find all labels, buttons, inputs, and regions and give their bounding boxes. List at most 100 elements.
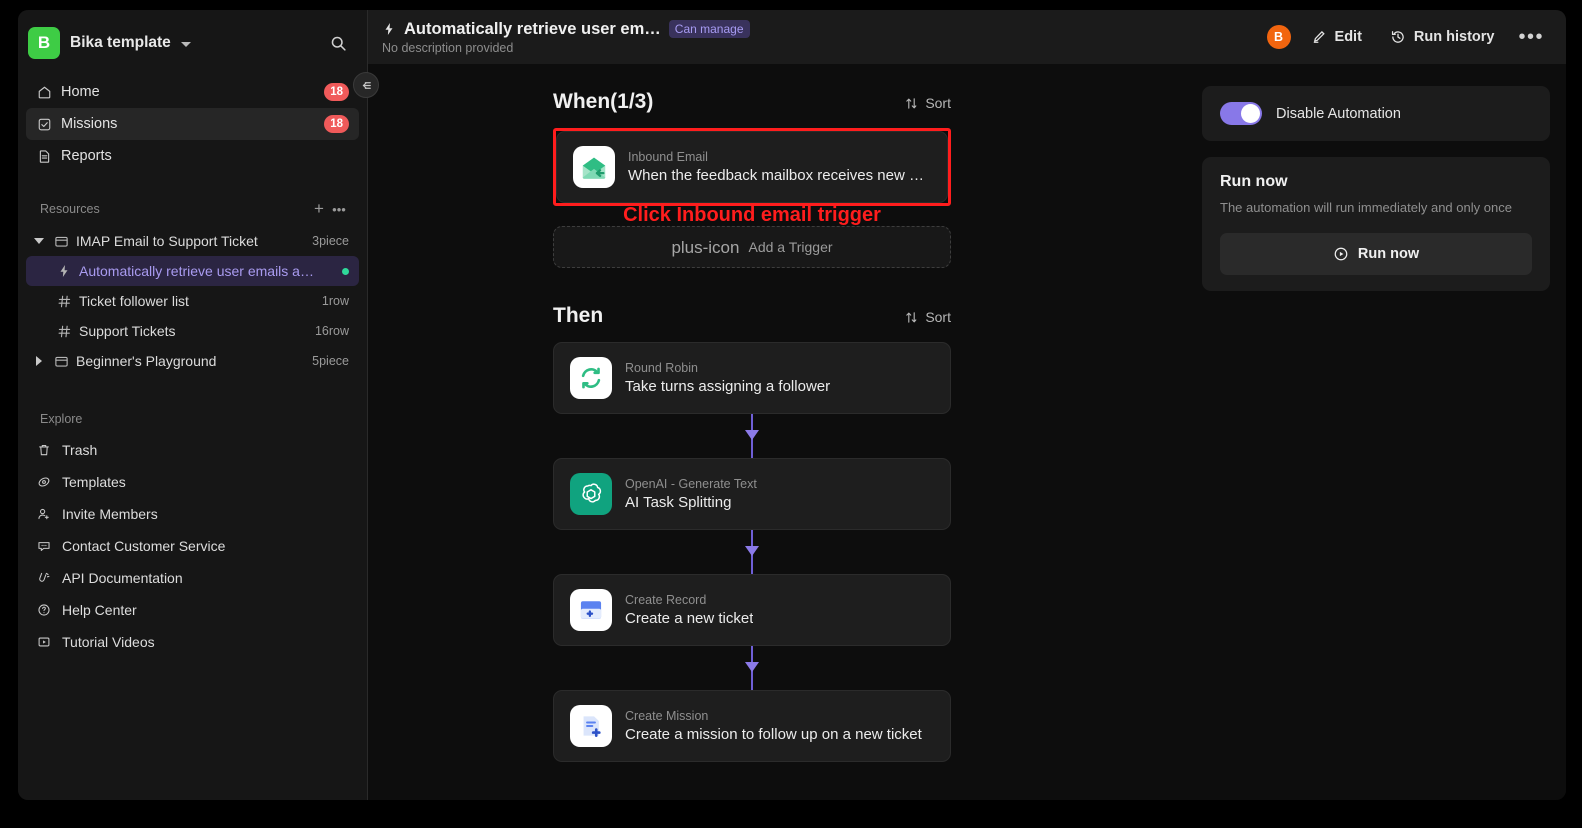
- arrow-down-icon: [745, 662, 759, 672]
- action-name: Take turns assigning a follower: [625, 378, 831, 395]
- add-resource-button[interactable]: +: [309, 199, 329, 219]
- sidebar-item-templates[interactable]: Templates: [26, 466, 359, 498]
- page-title: Automatically retrieve user em…: [404, 19, 661, 38]
- openai-icon: [570, 473, 612, 515]
- sidebar-item-home[interactable]: Home 18: [26, 76, 359, 108]
- table-icon: [56, 294, 72, 309]
- sort-when-button[interactable]: Sort: [904, 95, 951, 114]
- action-card-openai-generate-text[interactable]: OpenAI - Generate Text AI Task Splitting: [553, 458, 951, 530]
- section-title: Resources: [40, 202, 100, 216]
- primary-nav: Home 18 Missions 18 Reports: [18, 72, 367, 172]
- collapse-sidebar-icon[interactable]: [353, 72, 379, 98]
- tree-row-automation-selected[interactable]: Automatically retrieve user emails a…: [26, 256, 359, 286]
- edit-button[interactable]: Edit: [1303, 24, 1370, 50]
- create-record-icon: [570, 589, 612, 631]
- tree-row[interactable]: Support Tickets 16row: [26, 316, 359, 346]
- tree-item-label: IMAP Email to Support Ticket: [76, 233, 258, 249]
- search-icon[interactable]: [325, 30, 351, 56]
- tree-row[interactable]: Ticket follower list 1row: [26, 286, 359, 316]
- sort-then-button[interactable]: Sort: [904, 309, 951, 328]
- action-kind: OpenAI - Generate Text: [625, 477, 757, 491]
- play-box-icon: [36, 634, 52, 650]
- sidebar-item-tutorial-videos[interactable]: Tutorial Videos: [26, 626, 359, 658]
- status-dot: [342, 267, 349, 275]
- explore-list: Trash Templates Invite Members Contact C…: [18, 434, 367, 658]
- sort-label: Sort: [925, 309, 951, 325]
- add-trigger-button[interactable]: plus-icon Add a Trigger: [553, 226, 951, 268]
- round-robin-icon: [570, 357, 612, 399]
- tree-item-label: Ticket follower list: [79, 293, 189, 309]
- sidebar-item-contact-customer-service[interactable]: Contact Customer Service: [26, 530, 359, 562]
- sidebar-item-missions[interactable]: Missions 18: [26, 108, 359, 140]
- trash-icon: [36, 442, 52, 458]
- tree-row[interactable]: IMAP Email to Support Ticket 3piece: [26, 226, 359, 256]
- trigger-name: When the feedback mailbox receives new u…: [628, 167, 931, 184]
- bolt-icon: [56, 264, 72, 278]
- run-now-card: Run now The automation will run immediat…: [1202, 157, 1550, 291]
- workspace-body: When(1/3) Sort Inbound Email When the fe…: [368, 64, 1566, 800]
- sidebar-item-label: Templates: [62, 474, 126, 490]
- flow-connector: [553, 646, 951, 690]
- sidebar-item-label: Trash: [62, 442, 98, 458]
- sort-label: Sort: [925, 95, 951, 111]
- tree-item-label: Automatically retrieve user emails a…: [79, 263, 314, 279]
- then-heading: Then: [553, 304, 604, 327]
- section-title: Explore: [40, 412, 83, 426]
- run-now-button-label: Run now: [1357, 246, 1420, 262]
- action-card-create-mission[interactable]: Create Mission Create a mission to follo…: [553, 690, 951, 762]
- disable-automation-label: Disable Automation: [1276, 105, 1401, 122]
- tree-item-label: Support Tickets: [79, 323, 176, 339]
- history-icon: [1390, 29, 1406, 45]
- plus-icon: plus-icon: [671, 237, 740, 257]
- action-card-create-record[interactable]: Create Record Create a new ticket: [553, 574, 951, 646]
- app-window: B Bika template Home 18 Missions 18 Repo…: [18, 10, 1566, 800]
- action-kind: Round Robin: [625, 361, 698, 375]
- resources-more-button[interactable]: •••: [329, 199, 349, 219]
- create-mission-icon: [570, 705, 612, 747]
- action-name: AI Task Splitting: [625, 494, 732, 511]
- sidebar-item-label: API Documentation: [62, 570, 183, 586]
- workspace-name[interactable]: Bika template: [70, 34, 171, 52]
- avatar[interactable]: B: [1266, 25, 1291, 49]
- notification-badge: 18: [324, 83, 349, 101]
- caret-right-icon[interactable]: [32, 356, 46, 366]
- checkbox-icon: [36, 116, 52, 132]
- run-history-button[interactable]: Run history: [1382, 24, 1503, 50]
- folder-icon: [53, 234, 69, 249]
- sidebar-item-api-documentation[interactable]: API Documentation: [26, 562, 359, 594]
- flow-column: When(1/3) Sort Inbound Email When the fe…: [553, 90, 951, 762]
- then-section-header: Then Sort: [553, 304, 951, 328]
- run-now-button[interactable]: Run now: [1220, 233, 1532, 275]
- notification-badge: 18: [324, 115, 349, 133]
- trigger-highlight-box: Inbound Email When the feedback mailbox …: [553, 128, 951, 206]
- main-area: Automatically retrieve user em… Can mana…: [368, 10, 1566, 800]
- settings-panel: Disable Automation Run now The automatio…: [1190, 64, 1566, 800]
- tree-item-count: 5piece: [312, 354, 349, 368]
- sidebar-item-help-center[interactable]: Help Center: [26, 594, 359, 626]
- api-icon: [36, 570, 52, 586]
- action-card-round-robin[interactable]: Round Robin Take turns assigning a follo…: [553, 342, 951, 414]
- sidebar-item-invite-members[interactable]: Invite Members: [26, 498, 359, 530]
- disable-automation-toggle[interactable]: [1220, 102, 1262, 125]
- caret-down-icon[interactable]: [32, 238, 46, 244]
- tree-item-label: Beginner's Playground: [76, 353, 217, 369]
- chat-icon: [36, 538, 52, 554]
- when-heading: When(1/3): [553, 90, 654, 113]
- tree-item-count: 3piece: [312, 234, 349, 248]
- tree-row[interactable]: Beginner's Playground 5piece: [26, 346, 359, 376]
- pencil-icon: [1311, 29, 1327, 45]
- document-icon: [36, 148, 52, 164]
- sidebar-item-trash[interactable]: Trash: [26, 434, 359, 466]
- table-icon: [56, 324, 72, 339]
- bolt-icon: [382, 21, 396, 37]
- folder-icon: [53, 354, 69, 369]
- action-name: Create a mission to follow up on a new t…: [625, 726, 922, 743]
- chevron-down-icon[interactable]: [180, 42, 191, 47]
- trigger-card-inbound-email[interactable]: Inbound Email When the feedback mailbox …: [556, 131, 948, 203]
- annotation-text: Click Inbound email trigger: [623, 204, 881, 226]
- sidebar-item-reports[interactable]: Reports: [26, 140, 359, 172]
- explore-section-header: Explore: [18, 404, 367, 434]
- more-options-button[interactable]: •••: [1514, 27, 1548, 47]
- question-circle-icon: [36, 602, 52, 618]
- templates-icon: [36, 474, 52, 490]
